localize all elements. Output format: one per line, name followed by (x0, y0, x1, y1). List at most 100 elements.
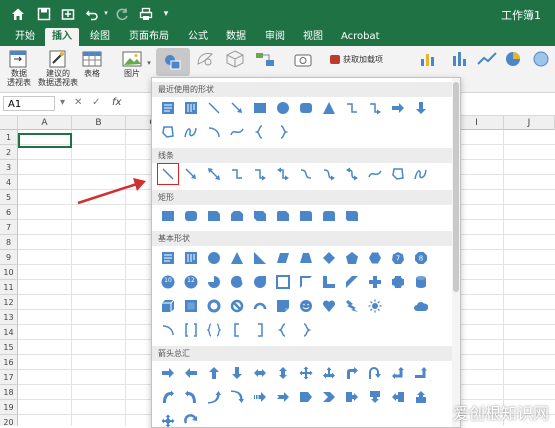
hexagon-icon[interactable] (367, 250, 383, 266)
name-box[interactable]: A1 (3, 96, 55, 111)
3d-models-button[interactable] (222, 48, 248, 69)
round-single-corner-rectangle-icon[interactable] (298, 208, 314, 224)
row-header[interactable]: 14 (0, 325, 18, 340)
round-same-side-corner-rectangle-icon[interactable] (321, 208, 337, 224)
sun-icon[interactable] (367, 298, 383, 314)
line-chart-button[interactable] (476, 48, 498, 69)
chord-icon[interactable] (229, 274, 245, 290)
down-arrow-callout-icon[interactable] (367, 389, 383, 405)
row-header[interactable]: 9 (0, 250, 18, 265)
pentagon-arrow-icon[interactable] (298, 389, 314, 405)
home-icon[interactable] (10, 6, 26, 22)
snip-diagonal-corner-rectangle-icon[interactable] (252, 208, 268, 224)
triangle-icon[interactable] (229, 250, 245, 266)
row-header[interactable]: 2 (0, 145, 18, 160)
pentagon-icon[interactable] (344, 250, 360, 266)
left-bracket-icon[interactable] (229, 322, 245, 338)
row-header[interactable]: 8 (0, 235, 18, 250)
can-icon[interactable] (413, 274, 429, 290)
right-arrow-callout-icon[interactable] (344, 389, 360, 405)
left-right-arrow-icon[interactable] (252, 365, 268, 381)
quad-arrow-icon[interactable] (298, 365, 314, 381)
elbow-arrow-connector-icon[interactable] (252, 166, 268, 182)
get-addins-button[interactable]: 获取加载项 (330, 54, 410, 65)
table-button[interactable]: 表格 (80, 48, 104, 78)
freeform-shape-icon[interactable] (390, 166, 406, 182)
row-header[interactable]: 1 (0, 130, 18, 145)
bent-arrow-icon[interactable] (344, 365, 360, 381)
pivot-table-button[interactable]: 数据 透视表 (4, 48, 34, 87)
cube-icon[interactable] (160, 298, 176, 314)
save-icon[interactable] (36, 6, 52, 22)
curved-up-arrow-icon[interactable] (206, 389, 222, 405)
elbow-connector-icon[interactable] (344, 100, 360, 116)
freeform-shape-icon[interactable] (160, 124, 176, 140)
no-symbol-icon[interactable] (229, 298, 245, 314)
row-header[interactable]: 13 (0, 310, 18, 325)
customize-icon[interactable]: ▾ (158, 6, 174, 22)
row-header[interactable]: 20 (0, 415, 18, 426)
tab-home[interactable]: 开始 (8, 28, 42, 46)
scribble-icon[interactable] (413, 166, 429, 182)
redo-icon[interactable] (114, 6, 130, 22)
half-frame-icon[interactable] (298, 274, 314, 290)
bent-up-arrow-icon[interactable] (413, 365, 429, 381)
row-header[interactable]: 5 (0, 190, 18, 205)
row-header[interactable]: 18 (0, 385, 18, 400)
notched-right-arrow-icon[interactable] (275, 389, 291, 405)
left-up-arrow-icon[interactable] (390, 365, 406, 381)
arc-icon[interactable] (206, 124, 222, 140)
scribble-icon[interactable] (183, 124, 199, 140)
select-all-corner[interactable] (0, 116, 18, 130)
undo-icon[interactable] (84, 6, 100, 22)
tab-acrobat[interactable]: Acrobat (334, 28, 387, 46)
tab-page-layout[interactable]: 页面布局 (122, 28, 176, 46)
recommended-charts-button[interactable] (418, 48, 440, 69)
elbow-connector-icon[interactable] (229, 166, 245, 182)
smartart-button[interactable] (252, 48, 278, 69)
name-box-dropdown-icon[interactable]: ▾ (60, 97, 65, 108)
moon-icon[interactable] (390, 298, 406, 314)
striped-right-arrow-icon[interactable] (252, 389, 268, 405)
folded-corner-icon[interactable] (275, 298, 291, 314)
frame-icon[interactable] (275, 274, 291, 290)
line-icon[interactable] (206, 100, 222, 116)
selected-cell-a1[interactable] (18, 133, 72, 148)
dodecagon-icon[interactable]: 12 (183, 274, 199, 290)
cloud-icon[interactable] (413, 298, 429, 314)
octagon-icon[interactable]: 8 (413, 250, 429, 266)
up-arrow-icon[interactable] (206, 365, 222, 381)
row-header[interactable]: 10 (0, 265, 18, 280)
picture-dropdown-icon[interactable]: ▾ (145, 58, 153, 67)
curved-down-arrow-icon[interactable] (229, 389, 245, 405)
arrow-line-icon[interactable] (229, 100, 245, 116)
row-header[interactable]: 4 (0, 175, 18, 190)
curved-connector-icon[interactable] (298, 166, 314, 182)
cross-icon[interactable] (367, 274, 383, 290)
column-header[interactable]: J (504, 116, 555, 130)
snip-same-side-corner-rectangle-icon[interactable] (229, 208, 245, 224)
elbow-arrow-connector-icon[interactable] (367, 100, 383, 116)
l-shape-icon[interactable] (321, 274, 337, 290)
snip-and-round-rectangle-icon[interactable] (275, 208, 291, 224)
donut-icon[interactable] (206, 298, 222, 314)
row-header[interactable]: 15 (0, 340, 18, 355)
triangle-icon[interactable] (321, 100, 337, 116)
double-brace-icon[interactable] (206, 322, 222, 338)
arc-icon[interactable] (160, 322, 176, 338)
chevron-icon[interactable] (321, 389, 337, 405)
tab-draw[interactable]: 绘图 (83, 28, 117, 46)
bevel-icon[interactable] (183, 298, 199, 314)
tab-review[interactable]: 审阅 (258, 28, 292, 46)
rounded-rectangle-icon[interactable] (298, 100, 314, 116)
text-box-icon[interactable] (160, 250, 176, 266)
diagonal-stripe-icon[interactable] (344, 274, 360, 290)
panel-scrollbar[interactable] (452, 78, 460, 427)
print-icon[interactable] (138, 6, 154, 22)
arrow-line-icon[interactable] (183, 166, 199, 182)
right-bracket-icon[interactable] (252, 322, 268, 338)
rectangle-icon[interactable] (252, 100, 268, 116)
cancel-formula-icon[interactable]: ✕ (74, 97, 82, 108)
oval-icon[interactable] (206, 250, 222, 266)
diamond-icon[interactable] (321, 250, 337, 266)
